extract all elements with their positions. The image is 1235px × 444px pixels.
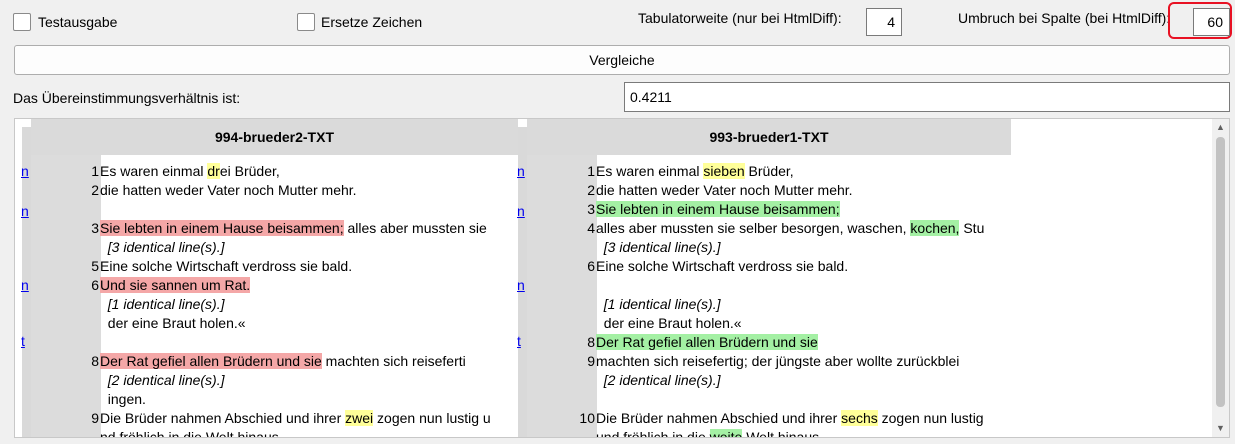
diff-view[interactable]: 994-brueder2-TXT 993-brueder1-TXT n n n … — [14, 118, 1230, 438]
diff-line: Eine solche Wirtschaft verdross sie bald… — [596, 258, 849, 274]
line-number: 3 — [587, 201, 595, 217]
replace-chars-label: Ersetze Zeichen — [321, 14, 423, 30]
diff-line: Sie lebten in einem Hause beisammen; — [596, 201, 840, 217]
line-number: 8 — [587, 334, 595, 350]
diff-line: der eine Braut holen.« — [603, 315, 742, 331]
identical-lines-note: [1 identical line(s).] — [603, 296, 721, 312]
test-output-checkbox[interactable] — [13, 13, 31, 31]
replace-chars-checkbox[interactable] — [297, 13, 315, 31]
line-number: 6 — [587, 258, 595, 274]
diff-line: machten sich reisefertig; der jüngste ab… — [596, 353, 960, 369]
ratio-label: Das Übereinstimmungsverhältnis ist: — [13, 90, 241, 106]
line-number: 4 — [587, 220, 595, 236]
right-file-header: 993-brueder1-TXT — [527, 119, 1011, 155]
diff-line: Es waren einmal sieben Brüder, — [596, 163, 794, 179]
scroll-up-icon[interactable]: ▲ — [1212, 119, 1229, 136]
diff-line: alles aber mussten sie selber besorgen, … — [596, 220, 985, 236]
tab-width-input[interactable]: 4 — [866, 8, 902, 36]
diff-line: die hatten weder Vater noch Mutter mehr. — [596, 182, 853, 198]
compare-button[interactable]: Vergleiche — [14, 45, 1230, 75]
right-diff-pane: 1 Es waren einmal sieben Brüder, 2 die h… — [15, 163, 1015, 437]
tab-width-label: Tabulatorweite (nur bei HtmlDiff): — [638, 10, 842, 26]
line-number: 10 — [579, 410, 595, 426]
vertical-scrollbar[interactable]: ▲ ▼ — [1212, 119, 1229, 437]
diff-line: Die Brüder nahmen Abschied und ihrer sec… — [596, 410, 984, 426]
line-number: 9 — [587, 353, 595, 369]
test-output-label: Testausgabe — [38, 14, 118, 30]
ratio-field[interactable]: 0.4211 — [624, 82, 1230, 112]
wrap-column-input[interactable]: 60 — [1193, 8, 1230, 36]
left-file-header: 994-brueder2-TXT — [31, 119, 518, 155]
line-number: 2 — [587, 182, 595, 198]
diff-line: Der Rat gefiel allen Brüdern und sie — [596, 334, 818, 350]
diff-line: und fröhlich in die weite Welt hinaus. — [596, 429, 823, 437]
scrollbar-thumb[interactable] — [1216, 137, 1225, 407]
identical-lines-note: [3 identical line(s).] — [603, 239, 721, 255]
line-number: 1 — [587, 163, 595, 179]
wrap-column-label: Umbruch bei Spalte (bei HtmlDiff): — [958, 10, 1171, 26]
identical-lines-note: [2 identical line(s).] — [603, 372, 721, 388]
scroll-down-icon[interactable]: ▼ — [1212, 420, 1229, 437]
